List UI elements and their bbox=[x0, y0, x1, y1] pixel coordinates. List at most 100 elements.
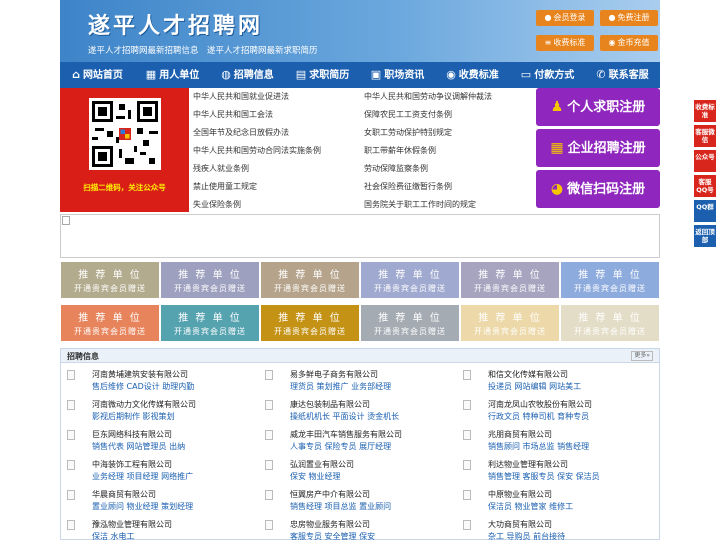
job-positions[interactable]: 销售经理 项目总监 置业顾问 bbox=[290, 501, 391, 512]
law-link[interactable]: 残疾人就业条例 bbox=[193, 163, 249, 174]
company-logo-icon[interactable] bbox=[463, 400, 471, 410]
job-positions[interactable]: 置业顾问 物业经理 策划经理 bbox=[92, 501, 193, 512]
law-link[interactable]: 失业保险条例 bbox=[193, 199, 241, 210]
company-logo-icon[interactable] bbox=[67, 430, 75, 440]
side-button[interactable]: 客服QQ号 bbox=[694, 175, 716, 197]
nav-item-employers[interactable]: ▦ 用人单位 bbox=[135, 62, 210, 88]
company-logo-icon[interactable] bbox=[265, 490, 273, 500]
company-logo-icon[interactable] bbox=[463, 460, 471, 470]
law-link[interactable]: 中华人民共和国劳动争议调解仲裁法 bbox=[364, 91, 492, 102]
company-name[interactable]: 利达物业管理有限公司 bbox=[488, 459, 568, 470]
recommend-tile[interactable]: 推 荐 单 位开通贵宾会员赠送 bbox=[261, 262, 359, 298]
company-logo-icon[interactable] bbox=[265, 430, 273, 440]
company-name[interactable]: 和信文化传媒有限公司 bbox=[488, 369, 568, 380]
company-name[interactable]: 中海装饰工程有限公司 bbox=[92, 459, 172, 470]
recommend-tile[interactable]: 推 荐 单 位开通贵宾会员赠送 bbox=[461, 305, 559, 341]
company-name[interactable]: 河南龙凤山农牧股份有限公司 bbox=[488, 399, 592, 410]
job-positions[interactable]: 售后维修 CAD设计 助理内勤 bbox=[92, 381, 194, 392]
job-positions[interactable]: 销售代表 网站管理员 出纳 bbox=[92, 441, 185, 452]
personal-register-button[interactable]: ♟ 个人求职注册 bbox=[536, 88, 660, 126]
job-positions[interactable]: 行政文员 特种司机 育种专员 bbox=[488, 411, 589, 422]
side-button[interactable]: QQ群 bbox=[694, 200, 716, 222]
nav-item-news[interactable]: ▣ 职场资讯 bbox=[360, 62, 435, 88]
job-positions[interactable]: 影视后期制作 影视策划 bbox=[92, 411, 175, 422]
company-logo-icon[interactable] bbox=[67, 520, 75, 530]
side-button[interactable]: 返回顶部 bbox=[694, 225, 716, 247]
company-name[interactable]: 大功商贸有限公司 bbox=[488, 519, 552, 530]
company-logo-icon[interactable] bbox=[67, 490, 75, 500]
nav-item-fees[interactable]: ◉ 收费标准 bbox=[435, 62, 510, 88]
recommend-tile[interactable]: 推 荐 单 位开通贵宾会员赠送 bbox=[61, 305, 159, 341]
wechat-register-button[interactable]: ◕ 微信扫码注册 bbox=[536, 170, 660, 208]
company-logo-icon[interactable] bbox=[67, 370, 75, 380]
job-positions[interactable]: 操纸机机长 平面设计 烫金机长 bbox=[290, 411, 399, 422]
law-link[interactable]: 国务院关于职工工作时间的规定 bbox=[364, 199, 476, 210]
company-name[interactable]: 中原物业有限公司 bbox=[488, 489, 552, 500]
company-logo-icon[interactable] bbox=[67, 400, 75, 410]
job-positions[interactable]: 保洁 水电工 bbox=[92, 531, 135, 542]
job-positions[interactable]: 客服专员 安全管理 保安 bbox=[290, 531, 375, 542]
job-positions[interactable]: 销售顾问 市场总监 销售经理 bbox=[488, 441, 589, 452]
site-logo[interactable]: 遂平人才招聘网 bbox=[88, 8, 263, 40]
recommend-tile[interactable]: 推 荐 单 位开通贵宾会员赠送 bbox=[161, 262, 259, 298]
nav-item-home[interactable]: ⌂ 网站首页 bbox=[60, 62, 135, 88]
fee-standard-button[interactable]: ≡ 收费标准 bbox=[536, 35, 594, 51]
recommend-tile[interactable]: 推 荐 单 位开通贵宾会员赠送 bbox=[261, 305, 359, 341]
jobs-more-link[interactable]: 更多» bbox=[631, 351, 653, 361]
company-name[interactable]: 河南黄埔建筑安装有限公司 bbox=[92, 369, 188, 380]
company-name[interactable]: 华晨商贸有限公司 bbox=[92, 489, 156, 500]
law-link[interactable]: 女职工劳动保护特别规定 bbox=[364, 127, 452, 138]
company-name[interactable]: 弘润置业有限公司 bbox=[290, 459, 354, 470]
nav-item-payment[interactable]: ▭ 付款方式 bbox=[510, 62, 585, 88]
job-positions[interactable]: 杂工 导购员 前台接待 bbox=[488, 531, 565, 542]
login-button[interactable]: ● 会员登录 bbox=[536, 10, 594, 26]
nav-item-jobs[interactable]: ◍ 招聘信息 bbox=[210, 62, 285, 88]
law-link[interactable]: 中华人民共和国就业促进法 bbox=[193, 91, 289, 102]
recommend-tile[interactable]: 推 荐 单 位开通贵宾会员赠送 bbox=[561, 305, 659, 341]
job-positions[interactable]: 理货员 策划推广 业务部经理 bbox=[290, 381, 391, 392]
side-button[interactable]: 客服微信 bbox=[694, 125, 716, 147]
company-logo-icon[interactable] bbox=[265, 460, 273, 470]
law-link[interactable]: 禁止使用童工规定 bbox=[193, 181, 257, 192]
company-logo-icon[interactable] bbox=[67, 460, 75, 470]
nav-item-contact[interactable]: ✆ 联系客服 bbox=[585, 62, 660, 88]
law-link[interactable]: 中华人民共和国劳动合同法实施条例 bbox=[193, 145, 321, 156]
company-name[interactable]: 巨东网络科技有限公司 bbox=[92, 429, 172, 440]
law-link[interactable]: 劳动保障监察条例 bbox=[364, 163, 428, 174]
company-logo-icon[interactable] bbox=[463, 490, 471, 500]
company-name[interactable]: 河南微动力文化传媒有限公司 bbox=[92, 399, 196, 410]
company-logo-icon[interactable] bbox=[265, 400, 273, 410]
job-positions[interactable]: 保安 物业经理 bbox=[290, 471, 341, 482]
company-logo-icon[interactable] bbox=[463, 370, 471, 380]
company-name[interactable]: 威龙丰田汽车销售服务有限公司 bbox=[290, 429, 402, 440]
company-logo-icon[interactable] bbox=[265, 520, 273, 530]
company-name[interactable]: 康达包装制品有限公司 bbox=[290, 399, 370, 410]
recommend-tile[interactable]: 推 荐 单 位开通贵宾会员赠送 bbox=[361, 262, 459, 298]
banner-image[interactable] bbox=[60, 214, 660, 258]
recommend-tile[interactable]: 推 荐 单 位开通贵宾会员赠送 bbox=[61, 262, 159, 298]
recommend-tile[interactable]: 推 荐 单 位开通贵宾会员赠送 bbox=[561, 262, 659, 298]
law-link[interactable]: 全国年节及纪念日放假办法 bbox=[193, 127, 289, 138]
job-positions[interactable]: 销售管理 客服专员 保安 保洁员 bbox=[488, 471, 600, 482]
recommend-tile[interactable]: 推 荐 单 位开通贵宾会员赠送 bbox=[161, 305, 259, 341]
company-name[interactable]: 忠房物业服务有限公司 bbox=[290, 519, 370, 530]
company-name[interactable]: 兆朋商贸有限公司 bbox=[488, 429, 552, 440]
job-positions[interactable]: 保洁员 物业管家 维修工 bbox=[488, 501, 573, 512]
nav-item-resumes[interactable]: ▤ 求职简历 bbox=[285, 62, 360, 88]
company-name[interactable]: 恒翼房产中介有限公司 bbox=[290, 489, 370, 500]
recommend-tile[interactable]: 推 荐 单 位开通贵宾会员赠送 bbox=[461, 262, 559, 298]
company-name[interactable]: 豫泓物业管理有限公司 bbox=[92, 519, 172, 530]
job-positions[interactable]: 业务经理 项目经理 网络推广 bbox=[92, 471, 193, 482]
side-button[interactable]: 公众号 bbox=[694, 150, 716, 172]
law-link[interactable]: 社会保险费征缴暂行条例 bbox=[364, 181, 452, 192]
company-logo-icon[interactable] bbox=[463, 520, 471, 530]
company-logo-icon[interactable] bbox=[463, 430, 471, 440]
job-positions[interactable]: 人事专员 保险专员 展厅经理 bbox=[290, 441, 391, 452]
job-positions[interactable]: 投递员 网站编辑 网站美工 bbox=[488, 381, 581, 392]
recommend-tile[interactable]: 推 荐 单 位开通贵宾会员赠送 bbox=[361, 305, 459, 341]
law-link[interactable]: 职工带薪年休假条例 bbox=[364, 145, 436, 156]
law-link[interactable]: 中华人民共和国工会法 bbox=[193, 109, 273, 120]
law-link[interactable]: 保障农民工工资支付条例 bbox=[364, 109, 452, 120]
company-logo-icon[interactable] bbox=[265, 370, 273, 380]
side-button[interactable]: 收费标准 bbox=[694, 100, 716, 122]
